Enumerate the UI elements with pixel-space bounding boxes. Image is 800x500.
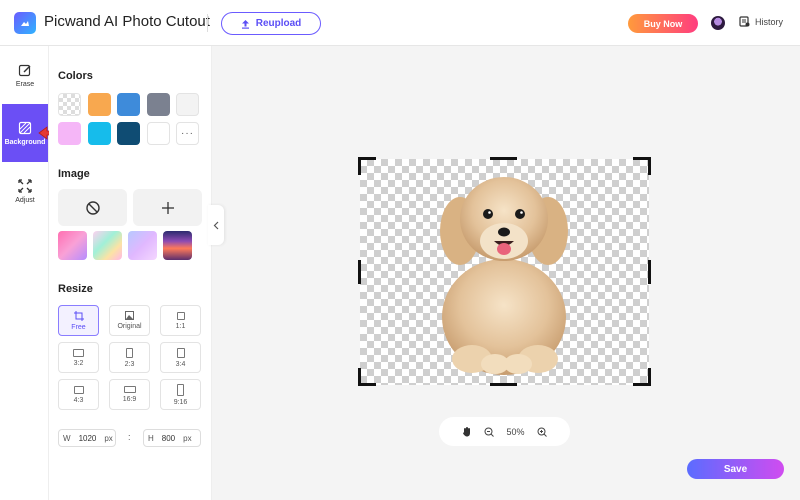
crop-handle-top[interactable]: [490, 157, 517, 160]
buy-now-button[interactable]: Buy Now: [628, 14, 698, 33]
ratio-9-16-icon: [177, 383, 184, 396]
zoom-toolbar: 50%: [439, 417, 570, 446]
image-icon: [125, 311, 134, 320]
dimension-separator: :: [128, 432, 131, 442]
ratio-16-9-icon: [123, 386, 136, 393]
crop-handle-tl-v[interactable]: [358, 157, 361, 175]
history-icon: [739, 16, 750, 27]
resize-4-3[interactable]: 4:3: [58, 379, 99, 410]
resize-3-2-label: 3:2: [73, 359, 84, 367]
ratio-3-4-icon: [176, 347, 185, 358]
width-label: W: [63, 433, 71, 443]
ratio-4-3-icon: [73, 385, 84, 394]
resize-original-label: Original: [117, 323, 142, 330]
width-value: 1020: [78, 433, 97, 443]
tool-adjust[interactable]: Adjust: [2, 162, 48, 220]
history-button[interactable]: History: [739, 16, 783, 27]
resize-2-3[interactable]: 2:3: [109, 342, 150, 373]
no-image-button[interactable]: [58, 189, 127, 226]
reupload-label: Reupload: [255, 18, 302, 29]
color-swatch-navy[interactable]: [117, 122, 140, 145]
resize-9-16-label: 9:16: [173, 398, 188, 406]
ratio-2-3-icon: [126, 347, 133, 358]
tool-adjust-label: Adjust: [15, 196, 35, 204]
image-title: Image: [58, 168, 90, 180]
resize-original[interactable]: Original: [109, 305, 150, 336]
resize-9-16[interactable]: 9:16: [160, 379, 201, 410]
color-swatch-transparent[interactable]: [58, 93, 81, 116]
resize-free[interactable]: Free: [58, 305, 99, 336]
resize-3-4[interactable]: 3:4: [160, 342, 201, 373]
color-swatch-cyan[interactable]: [88, 122, 111, 145]
no-image-icon: [85, 200, 100, 215]
resize-1-1-label: 1:1: [175, 322, 186, 330]
color-swatch-blue[interactable]: [117, 93, 140, 116]
buy-now-label: Buy Now: [643, 18, 683, 29]
resize-1-1[interactable]: 1:1: [160, 305, 201, 336]
crop-handle-bl-v[interactable]: [358, 368, 361, 386]
collapse-panel-button[interactable]: [208, 205, 224, 245]
top-bar: Picwand AI Photo Cutout Reupload Buy Now…: [0, 0, 800, 46]
bg-image-pastel-rainbow[interactable]: [93, 231, 122, 260]
bg-image-sunset[interactable]: [163, 231, 192, 260]
hand-icon[interactable]: [462, 426, 472, 437]
height-label: H: [148, 433, 154, 443]
tool-erase[interactable]: Erase: [2, 46, 48, 104]
save-button[interactable]: Save: [687, 459, 784, 479]
color-swatch-gray[interactable]: [147, 93, 170, 116]
width-field[interactable]: W 1020 px: [58, 429, 116, 447]
add-image-button[interactable]: [133, 189, 202, 226]
zoom-out-icon[interactable]: [484, 427, 495, 437]
header-divider: [207, 14, 208, 32]
resize-16-9-label: 16:9: [122, 396, 137, 403]
resize-title: Resize: [58, 283, 93, 295]
height-value: 800: [161, 433, 176, 443]
height-field[interactable]: H 800 px: [143, 429, 201, 447]
chevron-left-icon: [213, 221, 219, 229]
zoom-in-icon[interactable]: [537, 427, 547, 437]
zoom-level: 50%: [506, 426, 525, 437]
colors-title: Colors: [58, 70, 93, 82]
ratio-3-2-icon: [73, 348, 84, 357]
resize-4-3-label: 4:3: [73, 396, 84, 404]
more-colors-label: ···: [181, 128, 194, 139]
resize-free-label: Free: [71, 323, 86, 331]
color-swatch-orange[interactable]: [88, 93, 111, 116]
app-logo: [14, 12, 36, 34]
crop-handle-bottom[interactable]: [490, 383, 517, 386]
plus-icon: [161, 201, 174, 214]
crop-handle-br-v[interactable]: [648, 368, 651, 386]
erase-icon: [18, 64, 31, 76]
adjust-icon: [18, 178, 32, 193]
crop-icon: [73, 310, 84, 321]
bg-image-lilac-sparkle[interactable]: [128, 231, 157, 260]
history-label: History: [755, 16, 784, 27]
options-panel: Colors ··· Image Resize Free Original 1:…: [49, 46, 212, 500]
more-colors-button[interactable]: ···: [176, 122, 199, 145]
tool-rail: Erase Background Adjust: [0, 46, 49, 500]
resize-3-2[interactable]: 3:2: [58, 342, 99, 373]
height-unit: px: [183, 433, 192, 443]
reupload-button[interactable]: Reupload: [221, 12, 321, 35]
puppy-cutout: [440, 177, 568, 375]
ratio-1-1-icon: [176, 311, 185, 320]
crop-handle-right[interactable]: [648, 260, 651, 284]
resize-2-3-label: 2:3: [124, 360, 135, 368]
color-swatch-light-gray[interactable]: [176, 93, 199, 116]
width-unit: px: [104, 433, 113, 443]
resize-3-4-label: 3:4: [175, 360, 186, 368]
avatar[interactable]: [711, 16, 725, 30]
bg-image-pink-gradient[interactable]: [58, 231, 87, 260]
tool-erase-label: Erase: [15, 80, 35, 88]
crop-handle-tr-v[interactable]: [648, 157, 651, 175]
crop-handle-left[interactable]: [358, 260, 361, 284]
color-swatch-white[interactable]: [147, 122, 170, 145]
cutout-image[interactable]: [360, 159, 649, 385]
upload-icon: [241, 19, 249, 29]
save-label: Save: [723, 463, 748, 475]
app-title: Picwand AI Photo Cutout: [44, 13, 210, 30]
resize-16-9[interactable]: 16:9: [109, 379, 150, 410]
background-icon: [18, 121, 32, 134]
color-swatch-pink[interactable]: [58, 122, 81, 145]
